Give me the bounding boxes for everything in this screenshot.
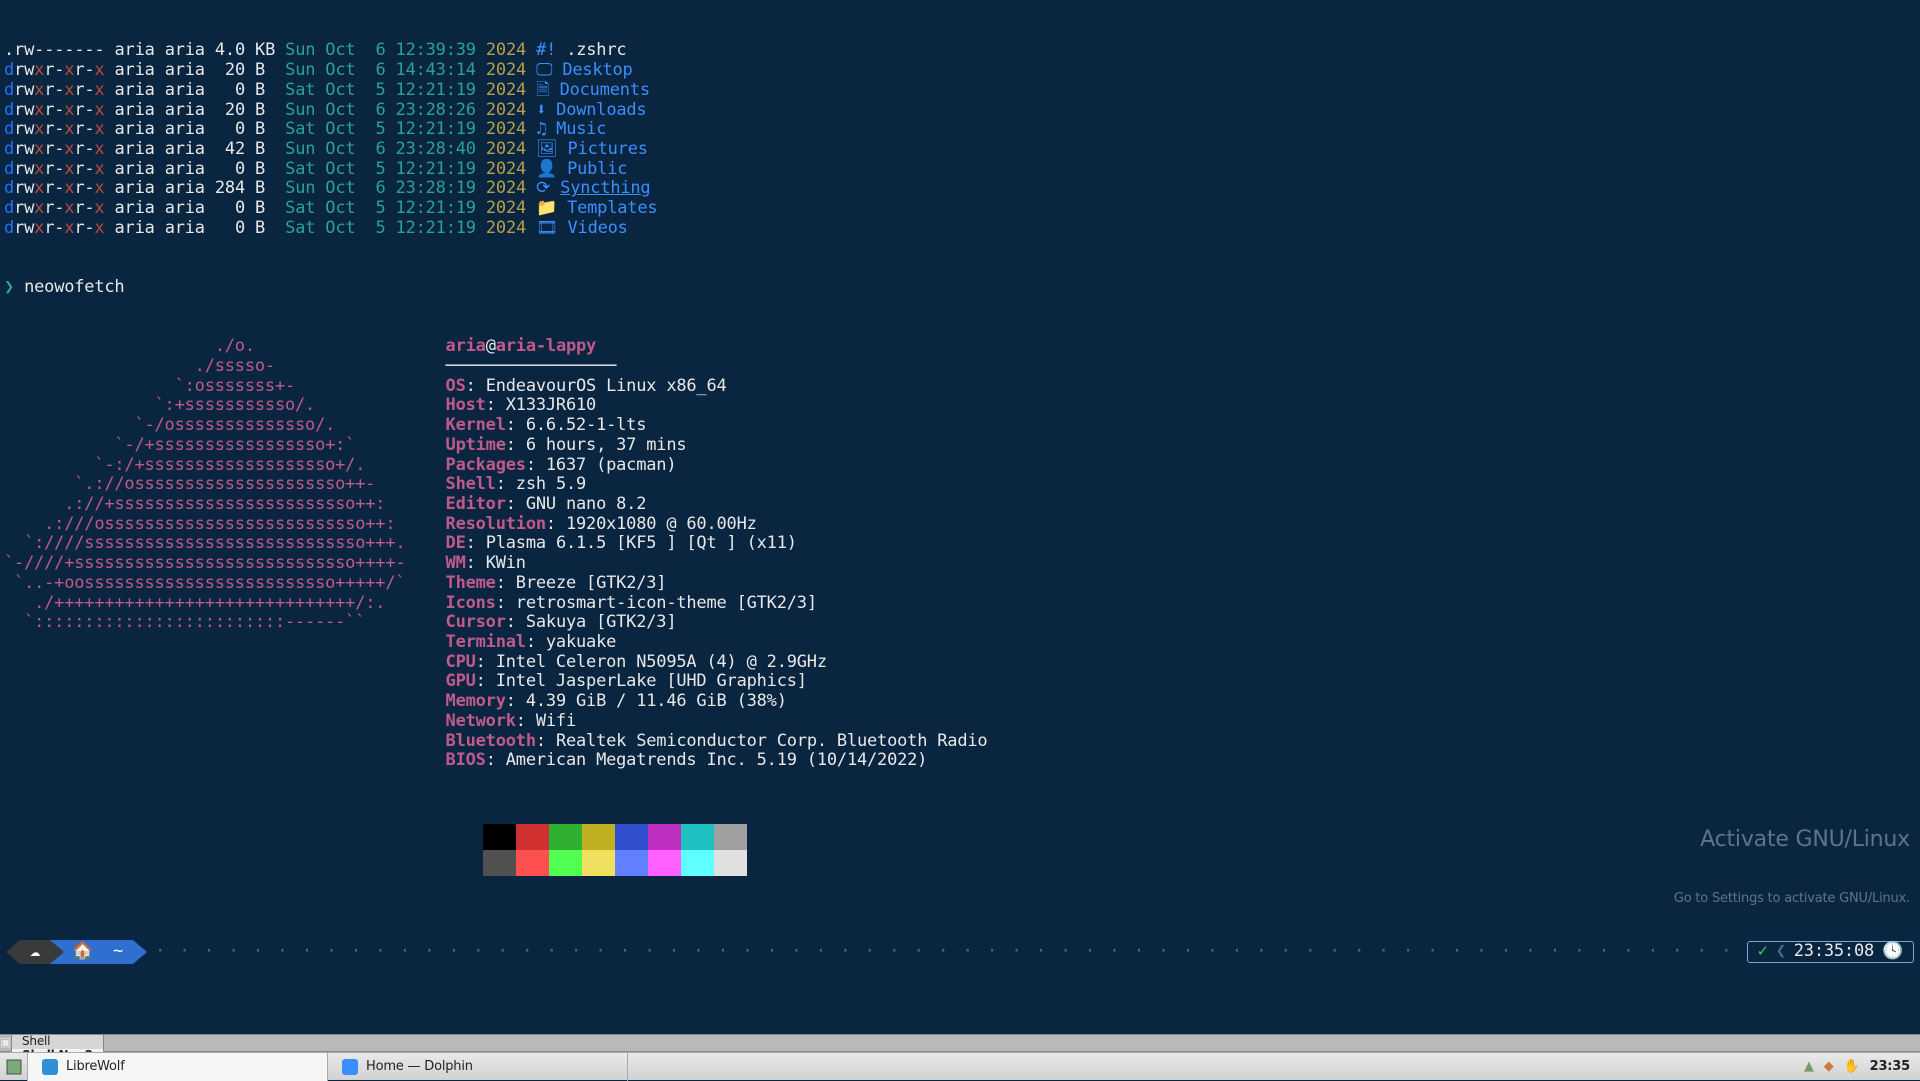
- color-swatch: [648, 824, 681, 850]
- app-icon: [42, 1059, 58, 1075]
- plasma-taskbar[interactable]: LibreWolf Home — Dolphin ▲ ◆ ✋ 23:35: [0, 1052, 1920, 1080]
- fetch-row: `-/ossssssssssssso/. Kernel: 6.6.52-1-lt…: [4, 416, 1916, 436]
- yakuake-tabbar[interactable]: ▣ ShellShell No. 2: [0, 1034, 1920, 1052]
- prompt-time: 23:35:08: [1794, 942, 1874, 962]
- color-swatch: [714, 824, 747, 850]
- cloud-icon: ☁: [20, 940, 50, 964]
- system-tray[interactable]: ▲ ◆ ✋ 23:35: [1794, 1059, 1920, 1074]
- fetch-row: `-:/+sssssssssssssssssso+/. Packages: 16…: [4, 456, 1916, 476]
- fetch-row: Network: Wifi: [4, 712, 1916, 732]
- fetch-row: .:///ossssssssssssssssssssssssso++: Reso…: [4, 515, 1916, 535]
- path-tilde: ~: [103, 940, 133, 964]
- clock-icon: 🕓: [1882, 942, 1903, 962]
- ls-row: .rw------- aria aria 4.0 KB Sun Oct 6 12…: [4, 41, 1916, 61]
- fetch-row: GPU: Intel JasperLake [UHD Graphics]: [4, 672, 1916, 692]
- fetch-row: `-/+sssssssssssssssso+:` Uptime: 6 hours…: [4, 436, 1916, 456]
- ok-icon: ✓: [1758, 942, 1768, 962]
- color-swatch: [582, 850, 615, 876]
- fetch-row: Bluetooth: Realtek Semiconductor Corp. B…: [4, 732, 1916, 752]
- neofetch-output: ./o. aria@aria-lappy ./sssso- ──────────…: [4, 337, 1916, 771]
- prompt-line: ❯ neowofetch: [4, 278, 1916, 298]
- fetch-row: `:osssssss+- OS: EndeavourOS Linux x86_6…: [4, 377, 1916, 397]
- fetch-row: `:+sssssssssso/. Host: X133JR610: [4, 396, 1916, 416]
- ls-row: drwxr-xr-x aria aria 20 B Sun Oct 6 23:2…: [4, 101, 1916, 121]
- color-swatch: [648, 850, 681, 876]
- ls-row: drwxr-xr-x aria aria 0 B Sat Oct 5 12:21…: [4, 219, 1916, 239]
- ls-row: drwxr-xr-x aria aria 0 B Sat Oct 5 12:21…: [4, 160, 1916, 180]
- fetch-row: ./sssso- ─────────────────: [4, 357, 1916, 377]
- fetch-row: Terminal: yakuake: [4, 633, 1916, 653]
- prompt-filler: · · · · · · · · · · · · · · · · · · · · …: [147, 942, 1747, 962]
- ls-row: drwxr-xr-x aria aria 20 B Sun Oct 6 14:4…: [4, 61, 1916, 81]
- fetch-row: `:////ssssssssssssssssssssssssssso+++. D…: [4, 534, 1916, 554]
- app-label: Home — Dolphin: [366, 1059, 473, 1074]
- terminal-tab[interactable]: Shell: [12, 1035, 104, 1049]
- color-swatch: [483, 850, 516, 876]
- ls-row: drwxr-xr-x aria aria 42 B Sun Oct 6 23:2…: [4, 140, 1916, 160]
- color-swatch: [681, 850, 714, 876]
- prompt-right-status: ✓ ❮ 23:35:08 🕓: [1747, 941, 1914, 963]
- terminal-output[interactable]: .rw------- aria aria 4.0 KB Sun Oct 6 12…: [0, 0, 1920, 1002]
- fetch-row: Memory: 4.39 GiB / 11.46 GiB (38%): [4, 692, 1916, 712]
- ls-row: drwxr-xr-x aria aria 0 B Sat Oct 5 12:21…: [4, 199, 1916, 219]
- tray-clock[interactable]: 23:35: [1870, 1059, 1910, 1074]
- fetch-row: ./o. aria@aria-lappy: [4, 337, 1916, 357]
- fetch-row: BIOS: American Megatrends Inc. 5.19 (10/…: [4, 751, 1916, 771]
- app-launcher-button[interactable]: [0, 1053, 28, 1081]
- fetch-row: `:::::::::::::::::::::::::------`` Curso…: [4, 613, 1916, 633]
- color-swatch: [615, 850, 648, 876]
- fetch-row: CPU: Intel Celeron N5095A (4) @ 2.9GHz: [4, 653, 1916, 673]
- fetch-row: `.://osssssssssssssssssssso++- Shell: zs…: [4, 475, 1916, 495]
- ls-row: drwxr-xr-x aria aria 284 B Sun Oct 6 23:…: [4, 179, 1916, 199]
- fetch-row: `..-+oosssssssssssssssssssssssso+++++/` …: [4, 574, 1916, 594]
- tray-icon-2[interactable]: ◆: [1824, 1059, 1834, 1074]
- fetch-row: .://+ssssssssssssssssssssssso++: Editor:…: [4, 495, 1916, 515]
- tab-add-button[interactable]: ▣: [0, 1035, 12, 1051]
- ls-listing: .rw------- aria aria 4.0 KB Sun Oct 6 12…: [4, 41, 1916, 238]
- prompt-command: neowofetch: [24, 277, 124, 297]
- color-swatch: [516, 824, 549, 850]
- ls-row: drwxr-xr-x aria aria 0 B Sat Oct 5 12:21…: [4, 81, 1916, 101]
- taskbar-app[interactable]: LibreWolf: [28, 1053, 328, 1081]
- color-swatch: [681, 824, 714, 850]
- fetch-row: `-////+ssssssssssssssssssssssssssso++++-…: [4, 554, 1916, 574]
- ls-row: drwxr-xr-x aria aria 0 B Sat Oct 5 12:21…: [4, 120, 1916, 140]
- color-swatch: [516, 850, 549, 876]
- fetch-row: ./++++++++++++++++++++++++++++++/:. Icon…: [4, 594, 1916, 614]
- powerline-prompt[interactable]: ☁ 🏠 ~ · · · · · · · · · · · · · · · · · …: [6, 940, 1914, 964]
- color-swatch: [714, 850, 747, 876]
- tray-icon-1[interactable]: ▲: [1804, 1059, 1814, 1074]
- color-swatch: [549, 824, 582, 850]
- activation-watermark: Activate GNU/Linux Go to Settings to act…: [1674, 787, 1910, 946]
- prompt-arrow: ❯: [4, 277, 14, 297]
- tray-icon-3[interactable]: ✋: [1844, 1059, 1860, 1074]
- taskbar-app[interactable]: Home — Dolphin: [328, 1053, 628, 1081]
- app-label: LibreWolf: [66, 1059, 125, 1074]
- color-swatch: [615, 824, 648, 850]
- color-swatch: [549, 850, 582, 876]
- app-icon: [342, 1059, 358, 1075]
- color-swatch: [582, 824, 615, 850]
- color-swatch: [483, 824, 516, 850]
